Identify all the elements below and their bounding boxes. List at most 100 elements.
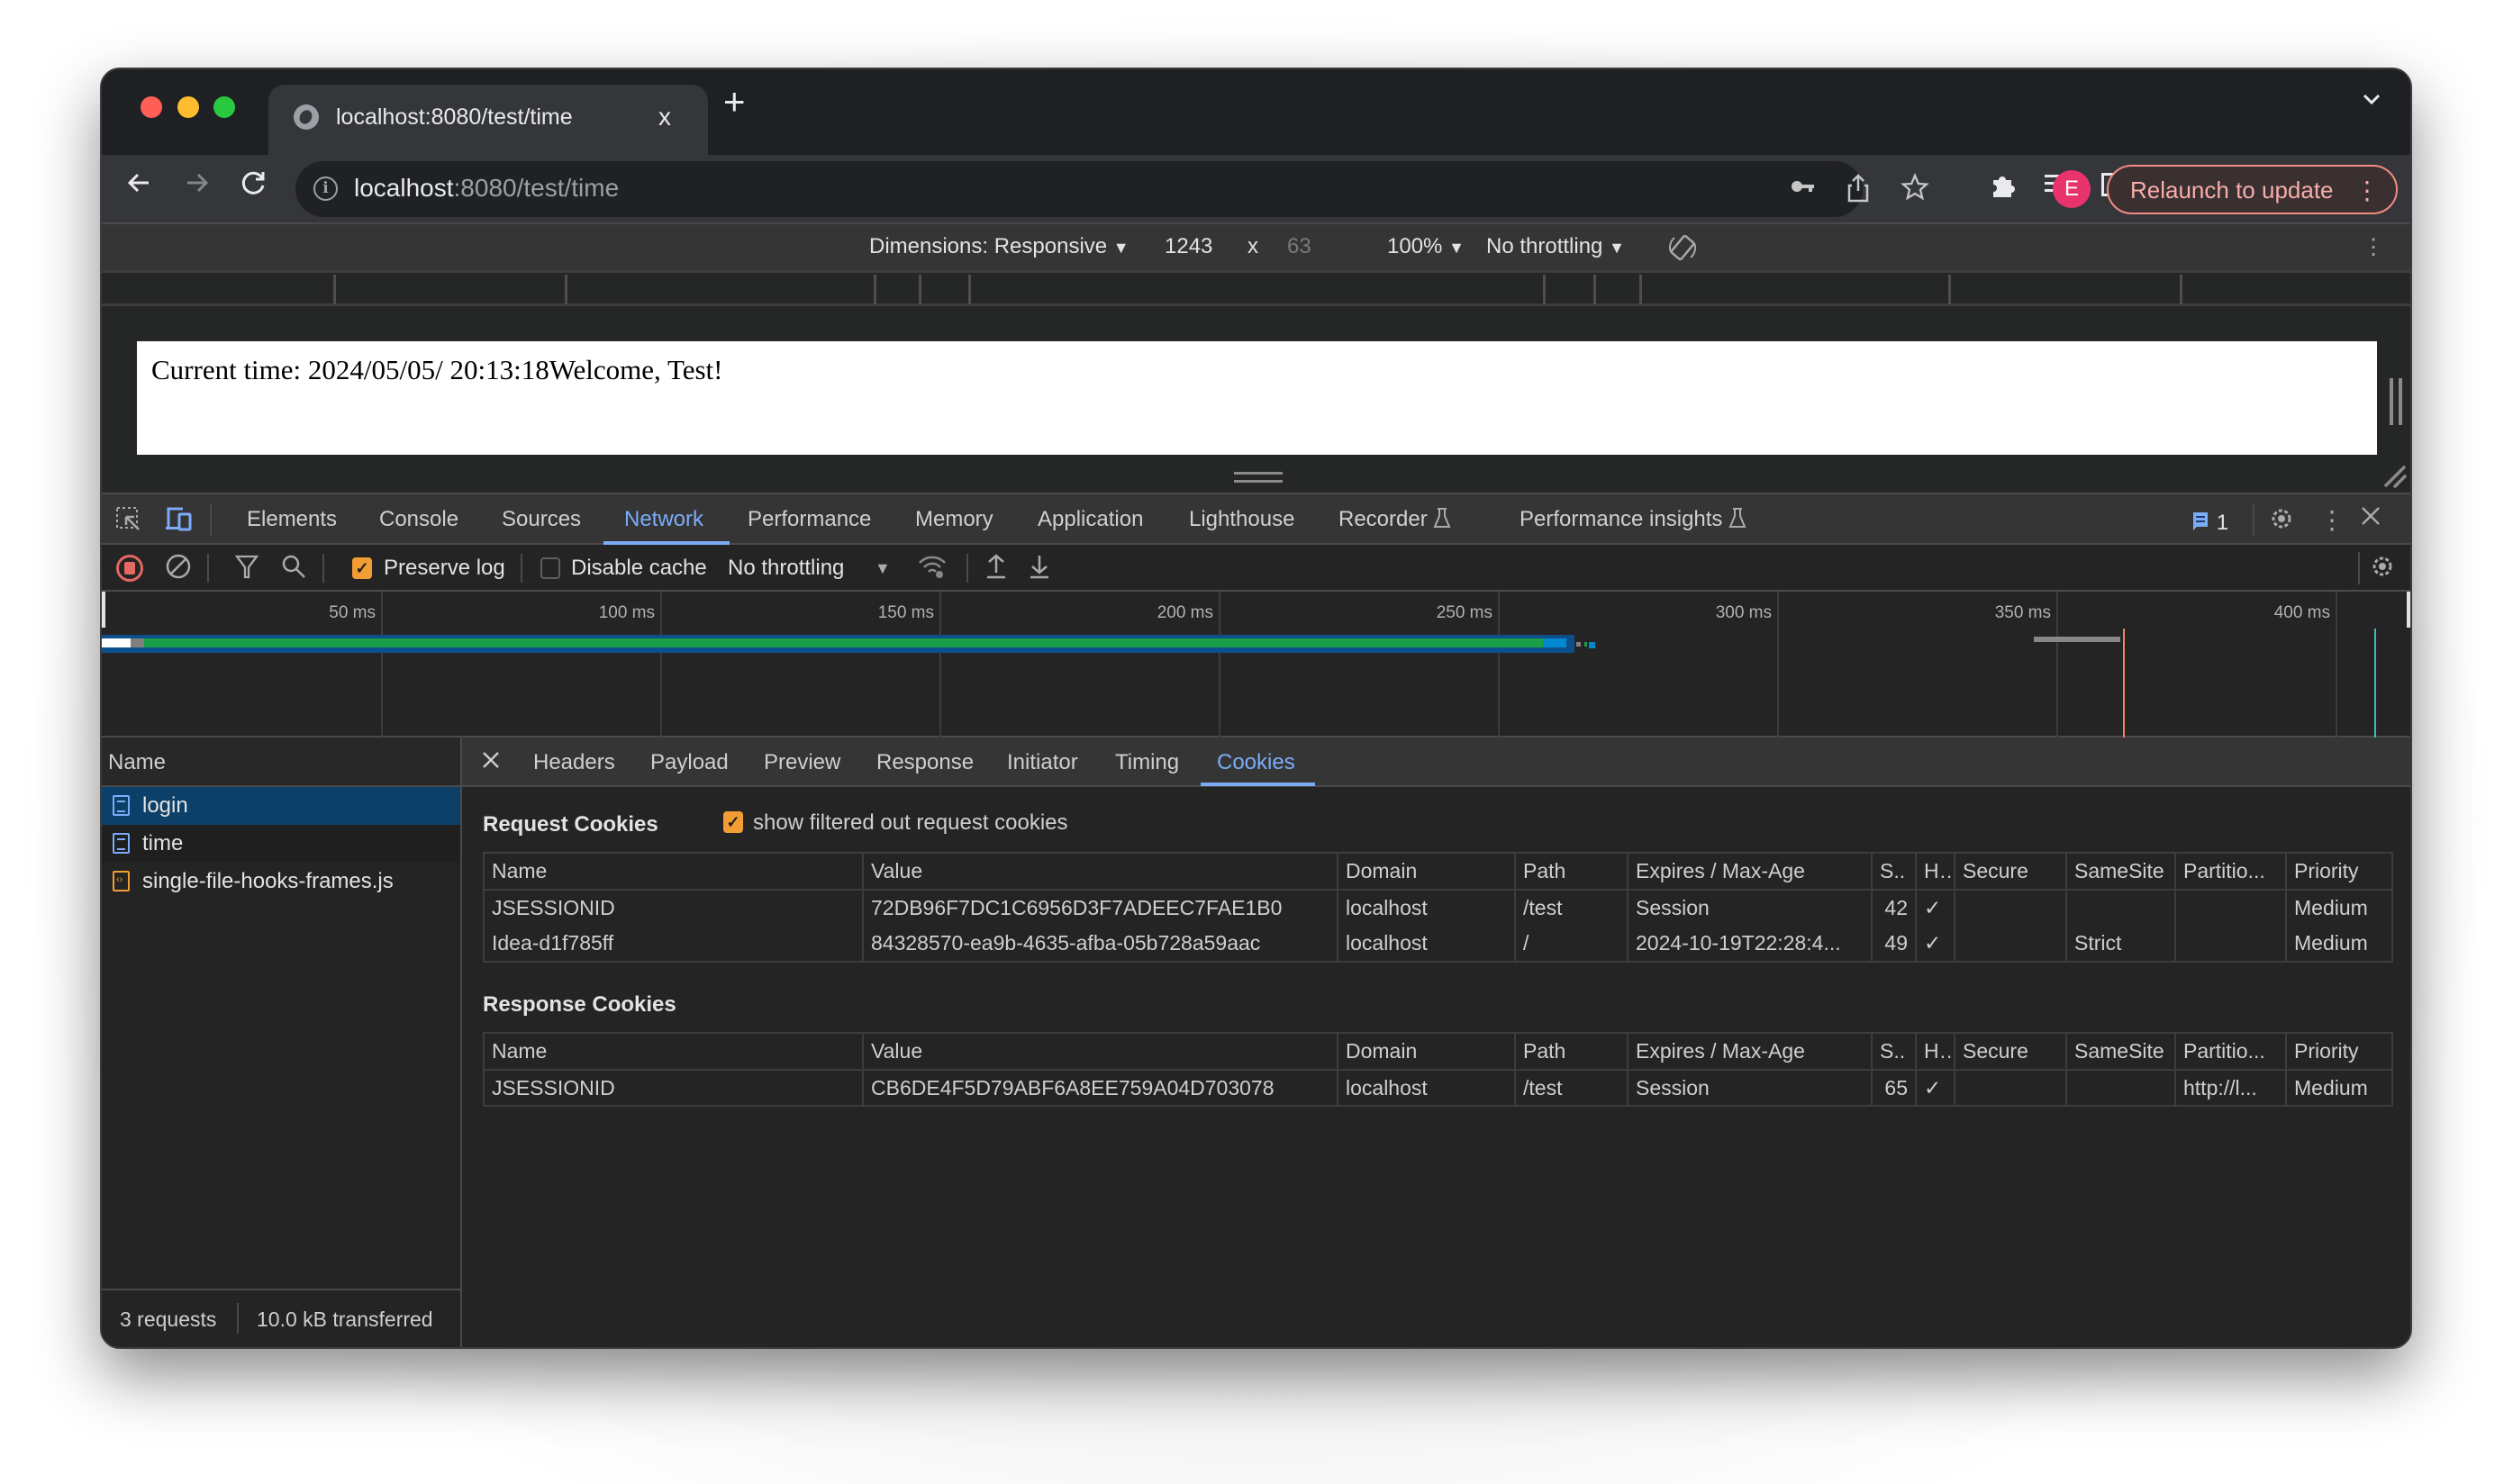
- column-header-samesite[interactable]: SameSite: [2065, 852, 2176, 891]
- tab-elements[interactable]: Elements: [247, 507, 337, 532]
- column-header-priority[interactable]: Priority: [2285, 1032, 2393, 1071]
- request-row-single-file-hooks-frames[interactable]: single-file-hooks-frames.js: [102, 863, 460, 900]
- tab-sources[interactable]: Sources: [502, 507, 581, 532]
- devtools-close-icon[interactable]: [2358, 503, 2383, 535]
- disable-cache-label[interactable]: Disable cache: [571, 556, 707, 581]
- column-header-path[interactable]: Path: [1514, 1032, 1628, 1071]
- filter-icon[interactable]: [234, 553, 259, 586]
- column-header-priority[interactable]: Priority: [2285, 852, 2393, 891]
- dimensions-dropdown[interactable]: Dimensions: Responsive ▼: [869, 234, 1129, 259]
- stop-recording-button[interactable]: [116, 555, 143, 582]
- detail-tab-initiator[interactable]: Initiator: [1007, 750, 1078, 775]
- ruler-tick[interactable]: [1948, 275, 1951, 304]
- clear-log-icon[interactable]: [165, 553, 192, 586]
- kebab-menu-icon[interactable]: ⋮: [2354, 176, 2380, 205]
- detail-tab-headers[interactable]: Headers: [533, 750, 615, 775]
- height-input[interactable]: 63: [1287, 234, 1311, 259]
- detail-tab-response[interactable]: Response: [876, 750, 974, 775]
- column-header-size[interactable]: S..: [1871, 1032, 1917, 1071]
- issues-badge[interactable]: 1: [2191, 507, 2228, 536]
- ruler-tick[interactable]: [1593, 275, 1596, 304]
- ruler-tick[interactable]: [1639, 275, 1642, 304]
- overview-left-handle[interactable]: [102, 592, 105, 628]
- column-header-httponly[interactable]: H..: [1915, 852, 1955, 891]
- column-header-secure[interactable]: Secure: [1954, 1032, 2067, 1071]
- request-row-time[interactable]: time: [102, 825, 460, 863]
- back-button[interactable]: [123, 167, 154, 206]
- viewport-resize-right-handle[interactable]: [2390, 378, 2402, 425]
- tab-lighthouse[interactable]: Lighthouse: [1189, 507, 1294, 532]
- address-bar[interactable]: i localhost:8080/test/time: [295, 161, 1929, 217]
- extensions-puzzle-icon[interactable]: [1989, 171, 2018, 207]
- column-header-value[interactable]: Value: [862, 1032, 1338, 1071]
- column-header-domain[interactable]: Domain: [1337, 852, 1516, 891]
- cookie-row[interactable]: JSESSIONID CB6DE4F5D79ABF6A8EE759A04D7030…: [483, 1070, 2393, 1107]
- detail-tab-timing[interactable]: Timing: [1115, 750, 1179, 775]
- device-toggle-icon[interactable]: [165, 505, 194, 538]
- overview-right-handle[interactable]: [2407, 592, 2410, 628]
- column-header-partition[interactable]: Partitio...: [2174, 1032, 2287, 1071]
- site-info-icon[interactable]: i: [313, 176, 338, 201]
- name-column-header[interactable]: Name: [108, 750, 166, 775]
- ruler-tick[interactable]: [874, 275, 876, 304]
- show-filtered-cookies-checkbox[interactable]: ✓: [723, 811, 743, 833]
- ruler-tick[interactable]: [333, 275, 336, 304]
- column-header-value[interactable]: Value: [862, 852, 1338, 891]
- key-icon[interactable]: [1789, 173, 1816, 206]
- network-throttling-dropdown[interactable]: No throttling: [728, 556, 844, 581]
- network-conditions-icon[interactable]: [917, 553, 948, 586]
- reload-button[interactable]: [239, 167, 269, 206]
- ruler-tick[interactable]: [565, 275, 567, 304]
- preserve-log-label[interactable]: Preserve log: [384, 556, 505, 581]
- tab-search-button[interactable]: [2360, 87, 2383, 117]
- share-icon[interactable]: [1845, 173, 1872, 210]
- zoom-dropdown[interactable]: 100% ▼: [1387, 234, 1465, 259]
- maximize-window-button[interactable]: [213, 96, 235, 118]
- ruler-tick[interactable]: [1543, 275, 1546, 304]
- inspect-element-icon[interactable]: [114, 505, 141, 538]
- device-throttling-dropdown[interactable]: No throttling ▼: [1486, 234, 1625, 259]
- detail-tab-cookies[interactable]: Cookies: [1217, 750, 1295, 775]
- column-header-name[interactable]: Name: [483, 852, 864, 891]
- devtools-settings-gear-icon[interactable]: [2268, 505, 2295, 538]
- detail-tab-payload[interactable]: Payload: [650, 750, 729, 775]
- preserve-log-checkbox[interactable]: ✓: [352, 557, 372, 579]
- new-tab-button[interactable]: +: [723, 80, 746, 123]
- bookmark-star-icon[interactable]: [1901, 173, 1929, 208]
- request-row-login[interactable]: login: [102, 787, 460, 825]
- column-header-expires[interactable]: Expires / Max-Age: [1627, 1032, 1873, 1071]
- tab-memory[interactable]: Memory: [915, 507, 993, 532]
- column-header-partition[interactable]: Partitio...: [2174, 852, 2287, 891]
- url-text[interactable]: localhost:8080/test/time: [354, 174, 619, 203]
- close-detail-button[interactable]: [480, 748, 502, 778]
- column-header-expires[interactable]: Expires / Max-Age: [1627, 852, 1873, 891]
- request-list-header[interactable]: Name: [102, 737, 460, 787]
- column-header-secure[interactable]: Secure: [1954, 852, 2067, 891]
- rotate-icon[interactable]: [1665, 231, 1700, 271]
- column-header-path[interactable]: Path: [1514, 852, 1628, 891]
- minimize-window-button[interactable]: [177, 96, 199, 118]
- width-input[interactable]: 1243: [1165, 234, 1212, 259]
- import-har-upload-icon[interactable]: [984, 553, 1008, 586]
- column-header-name[interactable]: Name: [483, 1032, 864, 1071]
- column-header-domain[interactable]: Domain: [1337, 1032, 1516, 1071]
- close-window-button[interactable]: [141, 96, 162, 118]
- relaunch-to-update-button[interactable]: Relaunch to update ⋮: [2107, 165, 2398, 214]
- browser-tab[interactable]: localhost:8080/test/time x: [268, 85, 708, 155]
- caret-down-icon[interactable]: ▼: [875, 559, 891, 578]
- search-icon[interactable]: [280, 553, 307, 586]
- export-har-download-icon[interactable]: [1028, 553, 1051, 586]
- tab-recorder[interactable]: Recorder: [1338, 507, 1451, 532]
- tab-performance-insights[interactable]: Performance insights: [1520, 507, 1746, 532]
- ruler-tick[interactable]: [968, 275, 971, 304]
- tab-console[interactable]: Console: [379, 507, 458, 532]
- disable-cache-checkbox[interactable]: [540, 557, 560, 579]
- tab-network[interactable]: Network: [624, 507, 703, 532]
- show-filtered-cookies-label[interactable]: show filtered out request cookies: [753, 810, 1068, 836]
- detail-tab-preview[interactable]: Preview: [764, 750, 840, 775]
- column-header-samesite[interactable]: SameSite: [2065, 1032, 2176, 1071]
- ruler-tick[interactable]: [919, 275, 921, 304]
- profile-avatar[interactable]: E: [2053, 170, 2091, 208]
- viewport-resize-corner-handle[interactable]: [2382, 464, 2408, 495]
- viewport-resize-bottom-handle[interactable]: [1234, 472, 1283, 483]
